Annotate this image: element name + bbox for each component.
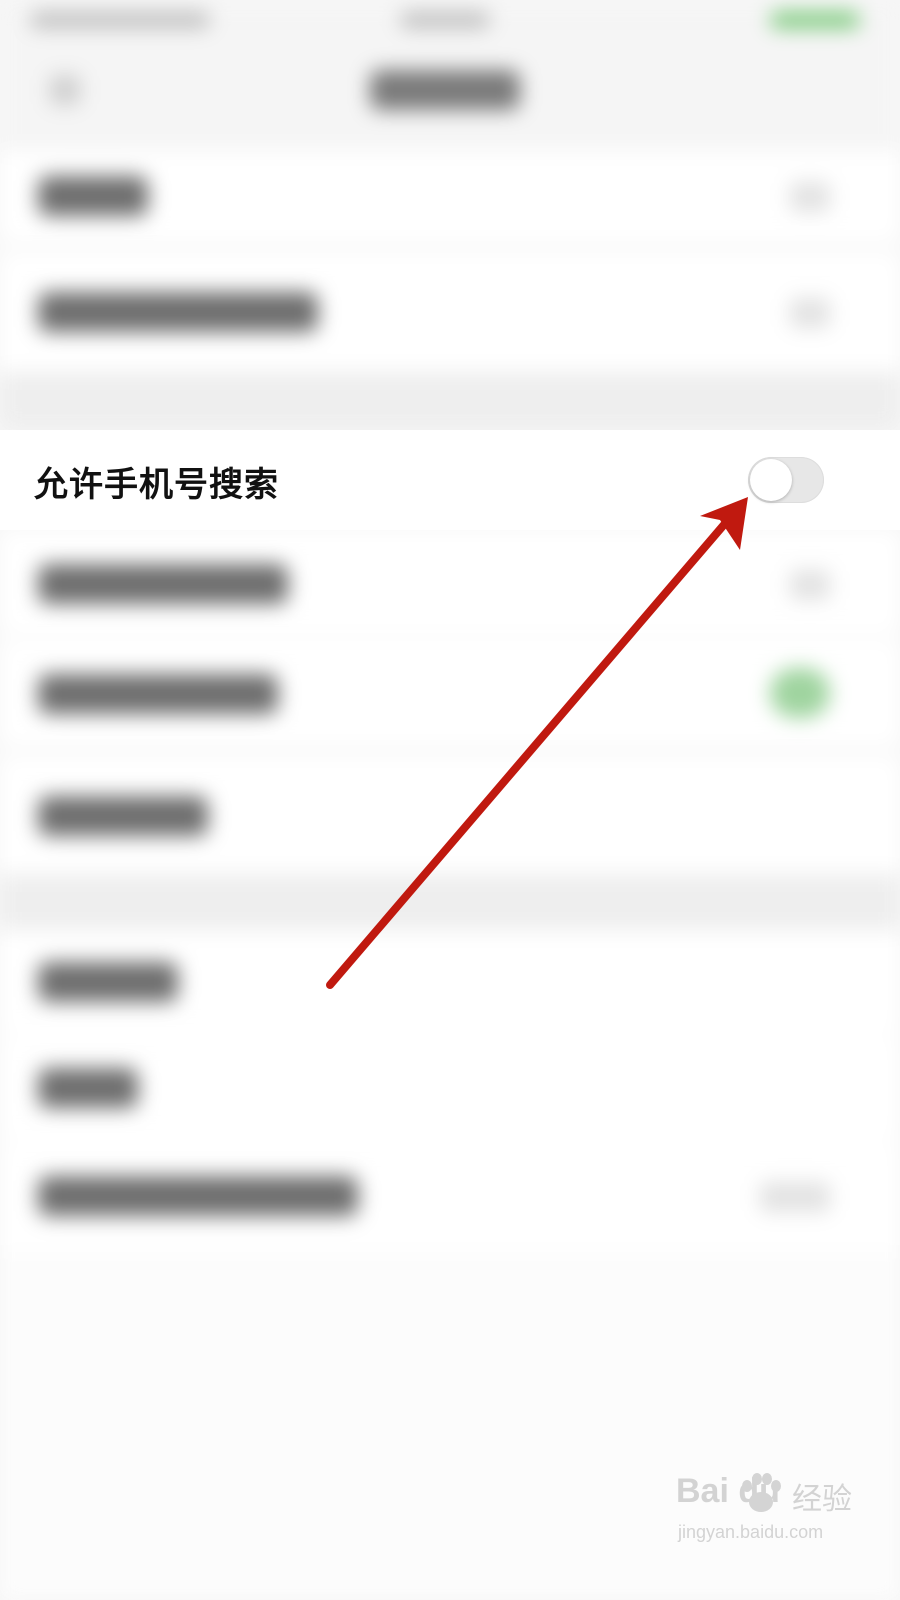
allow-phone-search-toggle[interactable]	[748, 457, 824, 503]
settings-row-7[interactable]	[0, 930, 900, 1034]
settings-row-2-label	[38, 292, 318, 332]
status-bar-left	[30, 12, 210, 28]
toggle-knob	[750, 459, 792, 501]
settings-row-9-value	[760, 1182, 830, 1212]
settings-row-8[interactable]	[0, 1036, 900, 1140]
screen: 允许手机号搜索 Bai du 经验 jingyan.baidu.com	[0, 0, 900, 1600]
baidu-jingyan-watermark: Bai du 经验 jingyan.baidu.com	[676, 1472, 876, 1562]
watermark-url: jingyan.baidu.com	[678, 1522, 824, 1542]
setting-label: 允许手机号搜索	[34, 465, 279, 505]
toggle-switch[interactable]	[770, 668, 830, 718]
paw-icon	[738, 1472, 784, 1520]
setting-row-allow-phone-search[interactable]: 允许手机号搜索	[0, 430, 900, 530]
settings-row-9-label	[38, 1176, 358, 1216]
settings-row-2[interactable]	[0, 252, 900, 372]
toggle-switch[interactable]	[790, 570, 830, 600]
blurred-settings-background	[0, 0, 900, 1600]
settings-row-6[interactable]	[0, 756, 900, 874]
section-gap	[0, 874, 900, 930]
settings-row-4-label	[38, 564, 288, 604]
status-bar	[0, 0, 900, 40]
settings-row-1-label	[38, 176, 148, 216]
settings-row-9[interactable]	[0, 1142, 900, 1252]
battery-icon	[770, 12, 860, 28]
watermark-brand: 经验	[792, 1482, 852, 1517]
settings-row-6-label	[38, 796, 208, 836]
nav-bar	[0, 40, 900, 150]
settings-row-4[interactable]	[0, 530, 900, 634]
chevron-right-icon	[790, 298, 830, 328]
settings-row-7-label	[38, 962, 178, 1002]
back-arrow-icon[interactable]	[50, 75, 80, 105]
page-title	[370, 70, 520, 110]
status-bar-time	[400, 12, 490, 28]
settings-row-5[interactable]	[0, 640, 900, 746]
settings-row-8-label	[38, 1068, 138, 1108]
section-gap	[0, 372, 900, 430]
settings-row-5-label	[38, 674, 278, 714]
chevron-right-icon	[790, 182, 830, 212]
settings-row-1[interactable]	[0, 150, 900, 242]
